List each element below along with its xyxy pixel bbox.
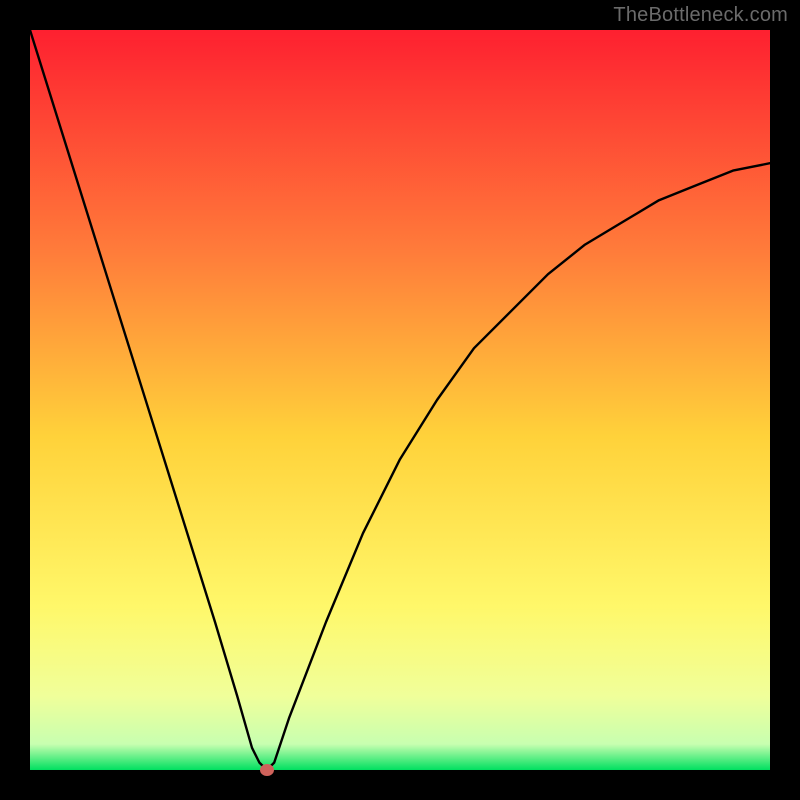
chart-frame: TheBottleneck.com (0, 0, 800, 800)
plot-background (30, 30, 770, 770)
bottleneck-plot (30, 30, 770, 770)
minimum-marker-dot (260, 764, 274, 776)
watermark-text: TheBottleneck.com (613, 4, 788, 27)
